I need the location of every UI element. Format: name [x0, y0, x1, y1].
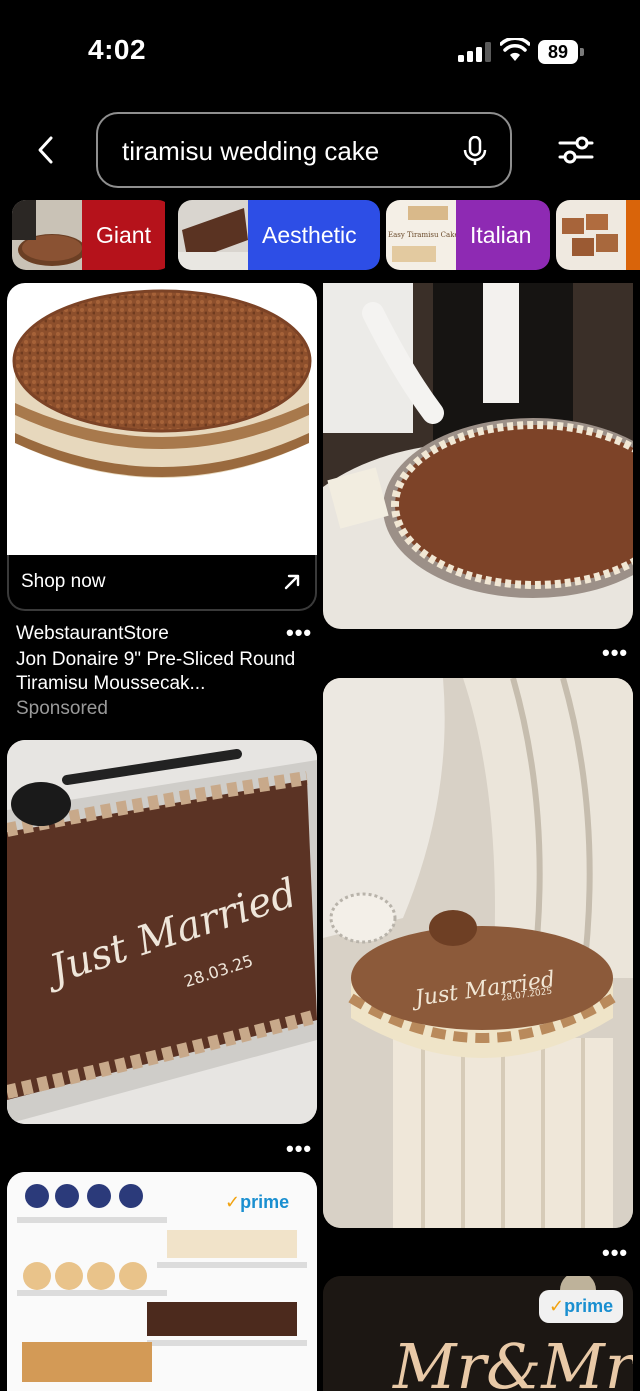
- pin-more-button[interactable]: •••: [602, 640, 628, 666]
- chip-label: Italian: [456, 200, 550, 270]
- pin-store-name[interactable]: WebstaurantStore: [16, 623, 169, 645]
- shop-now-button[interactable]: Shop now: [7, 555, 317, 611]
- refinement-chips: Giant Aesthetic Easy Tiramisu Cake Itali…: [0, 200, 640, 272]
- prime-badge-text: prime: [240, 1192, 290, 1212]
- chip-aesthetic[interactable]: Aesthetic: [178, 200, 380, 270]
- microphone-icon[interactable]: [462, 136, 488, 166]
- pin-just-married-pedestal[interactable]: Just Married 28.07.2025: [323, 678, 633, 1228]
- prime-check-icon: ✓: [225, 1192, 241, 1212]
- pin-dessert-stand[interactable]: ✓prime: [7, 1172, 317, 1391]
- sign-script-text: Mr&Mrs: [392, 1330, 633, 1391]
- search-input[interactable]: tiramisu wedding cake: [122, 136, 379, 167]
- prime-check-icon: ✓: [549, 1296, 565, 1316]
- search-bar[interactable]: tiramisu wedding cake: [96, 112, 512, 188]
- chip-giant[interactable]: Giant: [12, 200, 172, 270]
- battery-level: 89: [538, 40, 578, 64]
- chip-label: Giant: [82, 200, 165, 270]
- chip-thumbnail: Easy Tiramisu Cake: [386, 200, 456, 270]
- chip-label: Aesthetic: [248, 200, 380, 270]
- status-bar: 4:02 89: [0, 0, 640, 100]
- pin-title[interactable]: Jon Donaire 9" Pre-Sliced Round Tiramisu…: [16, 648, 296, 696]
- chip-thumbnail: [178, 200, 248, 270]
- pin-mr-mrs-sign[interactable]: Mr&Mrs ✓prime: [323, 1276, 633, 1391]
- wifi-icon: [500, 38, 530, 61]
- just-married-sheet-cake-image: Just Married 28.03.25: [7, 740, 317, 1124]
- pin-sponsored-image[interactable]: [7, 283, 317, 555]
- pin-more-button[interactable]: •••: [286, 1136, 312, 1162]
- shop-now-label: Shop now: [21, 571, 106, 592]
- battery-icon: 89: [538, 40, 584, 64]
- just-married-tiramisu-image: Just Married 28.07.2025: [323, 678, 633, 1228]
- pin-just-married-sheet[interactable]: Just Married 28.03.25: [7, 740, 317, 1124]
- pin-more-button[interactable]: •••: [602, 1240, 628, 1266]
- back-button[interactable]: [26, 130, 66, 170]
- arrow-up-right-icon: [284, 574, 300, 590]
- chip-partial[interactable]: [556, 200, 640, 270]
- chip-italian[interactable]: Easy Tiramisu Cake Italian: [386, 200, 550, 270]
- chip-thumb-caption: Easy Tiramisu Cake: [388, 231, 456, 239]
- prime-badge: ✓prime: [539, 1290, 624, 1323]
- status-time: 4:02: [88, 34, 147, 65]
- chip-thumbnail: [556, 200, 626, 270]
- cellular-signal-icon: [458, 42, 491, 62]
- chip-thumbnail: [12, 200, 82, 270]
- prime-badge-text: prime: [564, 1296, 614, 1316]
- tiramisu-cake-image: [12, 289, 312, 478]
- pin-cake-cutting[interactable]: [323, 283, 633, 629]
- chevron-left-icon: [38, 136, 53, 164]
- cake-cutting-image: [323, 283, 633, 629]
- pin-more-button[interactable]: •••: [286, 620, 312, 646]
- filter-icon[interactable]: [554, 128, 598, 172]
- sponsored-label: Sponsored: [16, 698, 108, 719]
- prime-badge: ✓prime: [225, 1192, 289, 1213]
